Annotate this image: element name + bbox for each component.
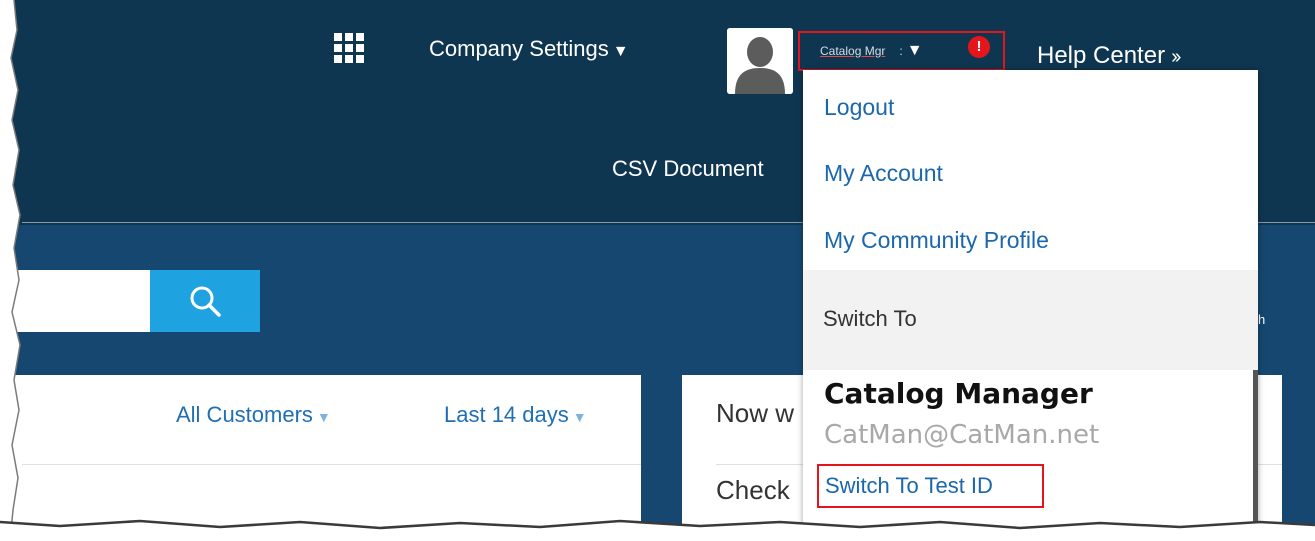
switch-to-section: Switch To [803, 270, 1258, 370]
chevron-down-icon: ▼ [316, 409, 331, 425]
account-name: Catalog Manager [824, 377, 1093, 410]
double-chevron-right-icon: ›› [1171, 46, 1181, 68]
activity-card [0, 375, 641, 541]
chevron-down-icon: ▼ [572, 409, 587, 425]
switch-to-test-id-link[interactable]: Switch To Test ID [817, 464, 1044, 508]
user-menu-button[interactable]: Catalog Mgr : ▼ ! [798, 31, 1005, 71]
news-card-title: Now w [716, 398, 795, 428]
help-center-label: Help Center [1037, 42, 1166, 69]
news-card-item[interactable]: Check [716, 475, 790, 506]
company-settings-label: Company Settings [429, 36, 609, 61]
search-icon [190, 286, 221, 317]
side-label-fragment: h [1258, 312, 1266, 327]
switch-to-label: Switch To [823, 306, 917, 331]
company-settings-menu[interactable]: Company Settings ▼ [429, 36, 629, 62]
user-separator: : [899, 44, 903, 58]
nav-csv-documents[interactable]: CSV Document [612, 156, 764, 182]
customers-filter[interactable]: All Customers ▼ [176, 402, 331, 428]
account-email: CatMan@CatMan.net [824, 420, 1100, 450]
card-divider [22, 464, 641, 465]
chevron-down-icon: ▼ [906, 42, 923, 59]
user-avatar-icon[interactable] [727, 28, 793, 94]
date-range-filter[interactable]: Last 14 days ▼ [444, 402, 587, 428]
menu-item-logout[interactable]: Logout [824, 94, 894, 121]
user-short-name: Catalog Mgr [820, 44, 886, 58]
date-range-label: Last 14 days [444, 402, 569, 427]
search-input[interactable] [0, 270, 150, 332]
chevron-down-icon: ▼ [612, 43, 629, 60]
alert-icon: ! [968, 36, 990, 58]
grid-icon[interactable] [334, 33, 364, 63]
menu-item-my-account[interactable]: My Account [824, 160, 943, 187]
customers-filter-label: All Customers [176, 402, 313, 427]
search-button[interactable] [150, 270, 260, 332]
user-dropdown-menu: Logout My Account My Community Profile S… [803, 70, 1258, 541]
menu-item-community-profile[interactable]: My Community Profile [824, 227, 1049, 254]
help-center-link[interactable]: Help Center ›› [1037, 42, 1182, 70]
dropdown-scrollbar[interactable] [1253, 370, 1258, 541]
